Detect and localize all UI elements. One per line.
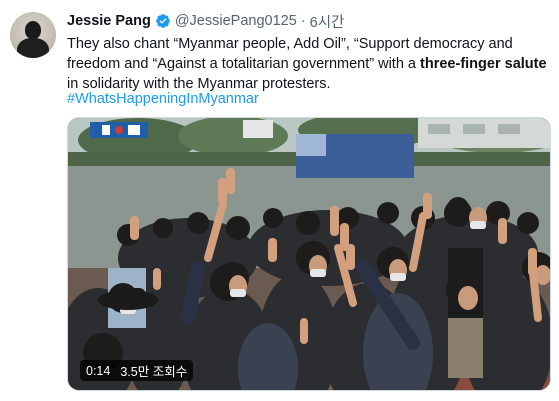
video-frame <box>68 118 550 390</box>
author-handle[interactable]: @JessiePang0125 <box>175 13 297 29</box>
avatar-body-shape <box>17 38 49 58</box>
separator-dot: · <box>300 13 306 29</box>
video-duration: 0:14 <box>86 363 111 378</box>
author-name[interactable]: Jessie Pang <box>67 13 151 29</box>
tweet-text-bold: three-finger salute <box>420 56 547 72</box>
video-view-count: 3.5만 조회수 <box>120 365 188 379</box>
tweet-text: They also chant “Myanmar people, Add Oil… <box>67 34 547 94</box>
tweet-timestamp[interactable]: 6시간 <box>310 11 345 32</box>
video-player[interactable] <box>67 117 551 391</box>
verified-badge-icon <box>155 14 170 28</box>
avatar-head-shape <box>25 21 41 39</box>
avatar[interactable] <box>10 12 56 58</box>
video-info-badge: 0:14 3.5만 조회수 <box>80 360 194 381</box>
tweet[interactable]: Jessie Pang @JessiePang0125 · 6시간 They a… <box>0 0 559 401</box>
tweet-header: Jessie Pang @JessiePang0125 · 6시간 <box>67 11 344 31</box>
hashtag-link[interactable]: #WhatsHappeningInMyanmar <box>67 89 259 109</box>
